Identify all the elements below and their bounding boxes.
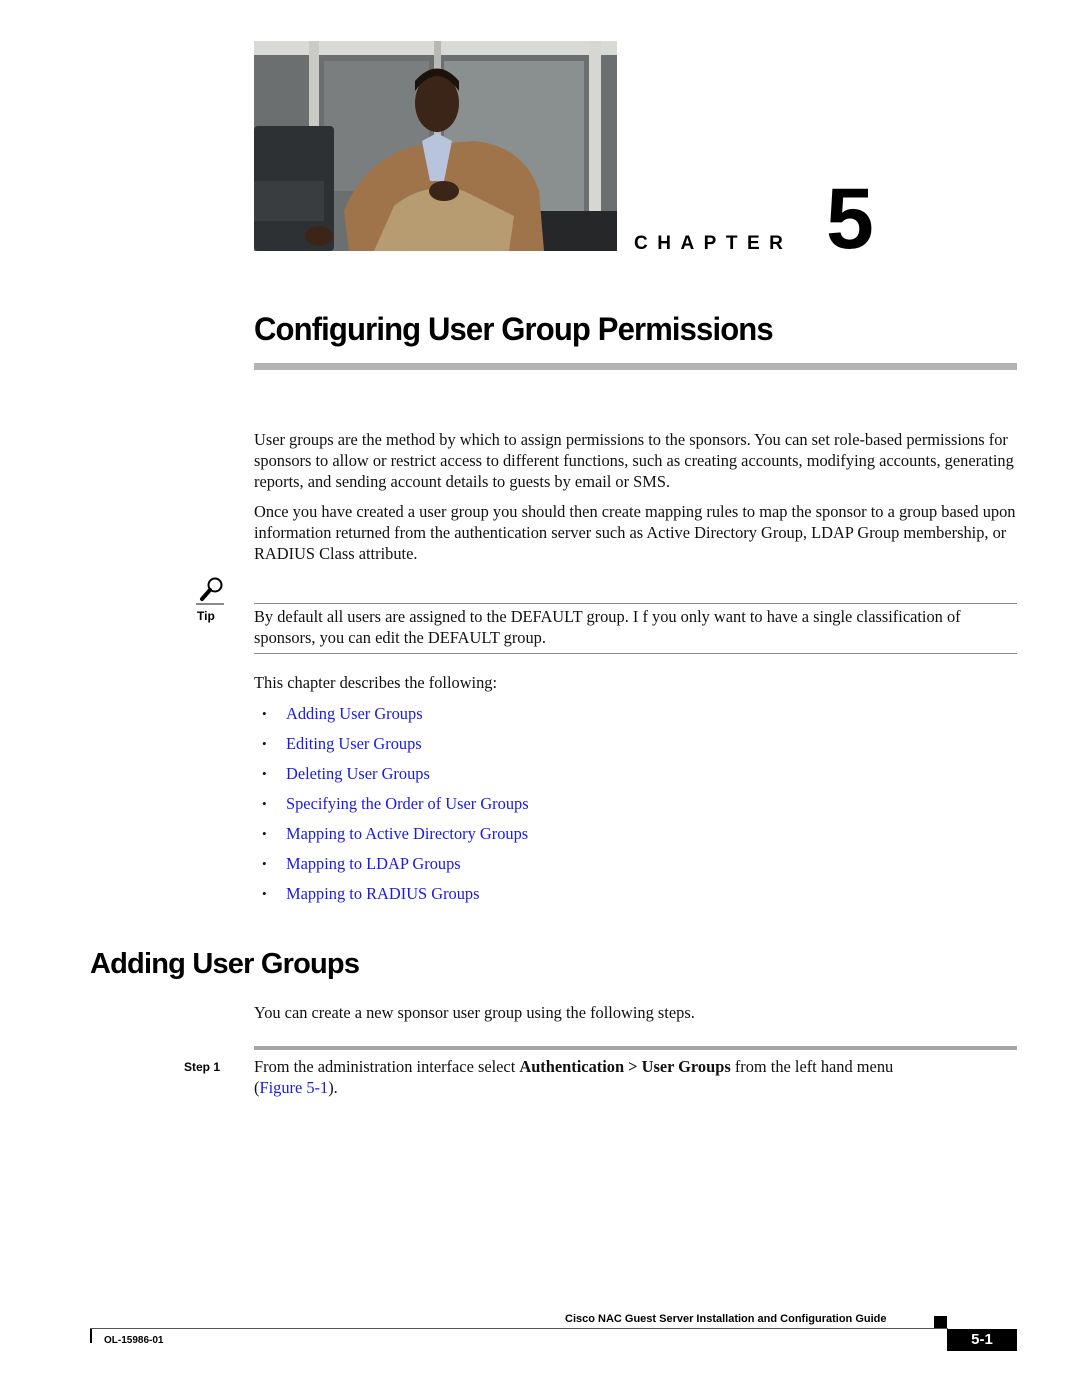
footer-rule [90, 1328, 948, 1329]
magnifier-icon [199, 576, 225, 602]
mapping-paragraph: Once you have created a user group you s… [254, 502, 1016, 564]
figure-link[interactable]: Figure 5-1 [259, 1078, 328, 1097]
toc-link-mapping-radius[interactable]: Mapping to RADIUS Groups [286, 883, 480, 904]
bullet: • [262, 826, 267, 841]
footer-left-bar [90, 1329, 92, 1343]
bullet: • [262, 766, 267, 781]
chapter-label: CHAPTER [634, 233, 793, 254]
chapter-photo [254, 41, 617, 251]
step-text: From the administration interface select… [254, 1056, 1024, 1098]
section-intro: You can create a new sponsor user group … [254, 1003, 695, 1022]
tip-icon-rule [196, 603, 224, 605]
bullet: • [262, 796, 267, 811]
step-menu-path: Authentication > User Groups [519, 1057, 731, 1076]
bullet: • [262, 706, 267, 721]
chapter-number: 5 [826, 171, 874, 267]
tip-label: Tip [197, 609, 215, 623]
toc-link-editing-user-groups[interactable]: Editing User Groups [286, 733, 422, 754]
tip-rule-top [254, 603, 1017, 604]
step-text-after: from the left hand menu [730, 1057, 894, 1076]
section-heading: Adding User Groups [90, 948, 360, 980]
step-label: Step 1 [184, 1060, 221, 1074]
chapter-title: Configuring User Group Permissions [254, 311, 774, 347]
paren-close: ). [328, 1078, 338, 1098]
step-text-before: From the administration interface select [254, 1057, 520, 1076]
tip-rule-bottom [254, 653, 1017, 654]
toc-link-mapping-active-directory[interactable]: Mapping to Active Directory Groups [286, 823, 528, 844]
bullet: • [262, 856, 267, 871]
bullet: • [262, 736, 267, 751]
toc-intro: This chapter describes the following: [254, 673, 498, 692]
tip-text: By default all users are assigned to the… [254, 607, 961, 648]
bullet: • [262, 886, 267, 901]
toc-link-mapping-ldap[interactable]: Mapping to LDAP Groups [286, 853, 461, 874]
intro-paragraph: User groups are the method by which to a… [254, 430, 1014, 492]
footer-guide-title: Cisco NAC Guest Server Installation and … [565, 1313, 887, 1325]
toc-link-adding-user-groups[interactable]: Adding User Groups [286, 703, 423, 724]
toc-link-specifying-order[interactable]: Specifying the Order of User Groups [286, 793, 529, 814]
title-rule [254, 363, 1017, 370]
toc-link-deleting-user-groups[interactable]: Deleting User Groups [286, 763, 430, 784]
footer-doc-id: OL-15986-01 [104, 1335, 164, 1346]
page-number: 5-1 [947, 1329, 1017, 1351]
step-rule [254, 1046, 1017, 1050]
